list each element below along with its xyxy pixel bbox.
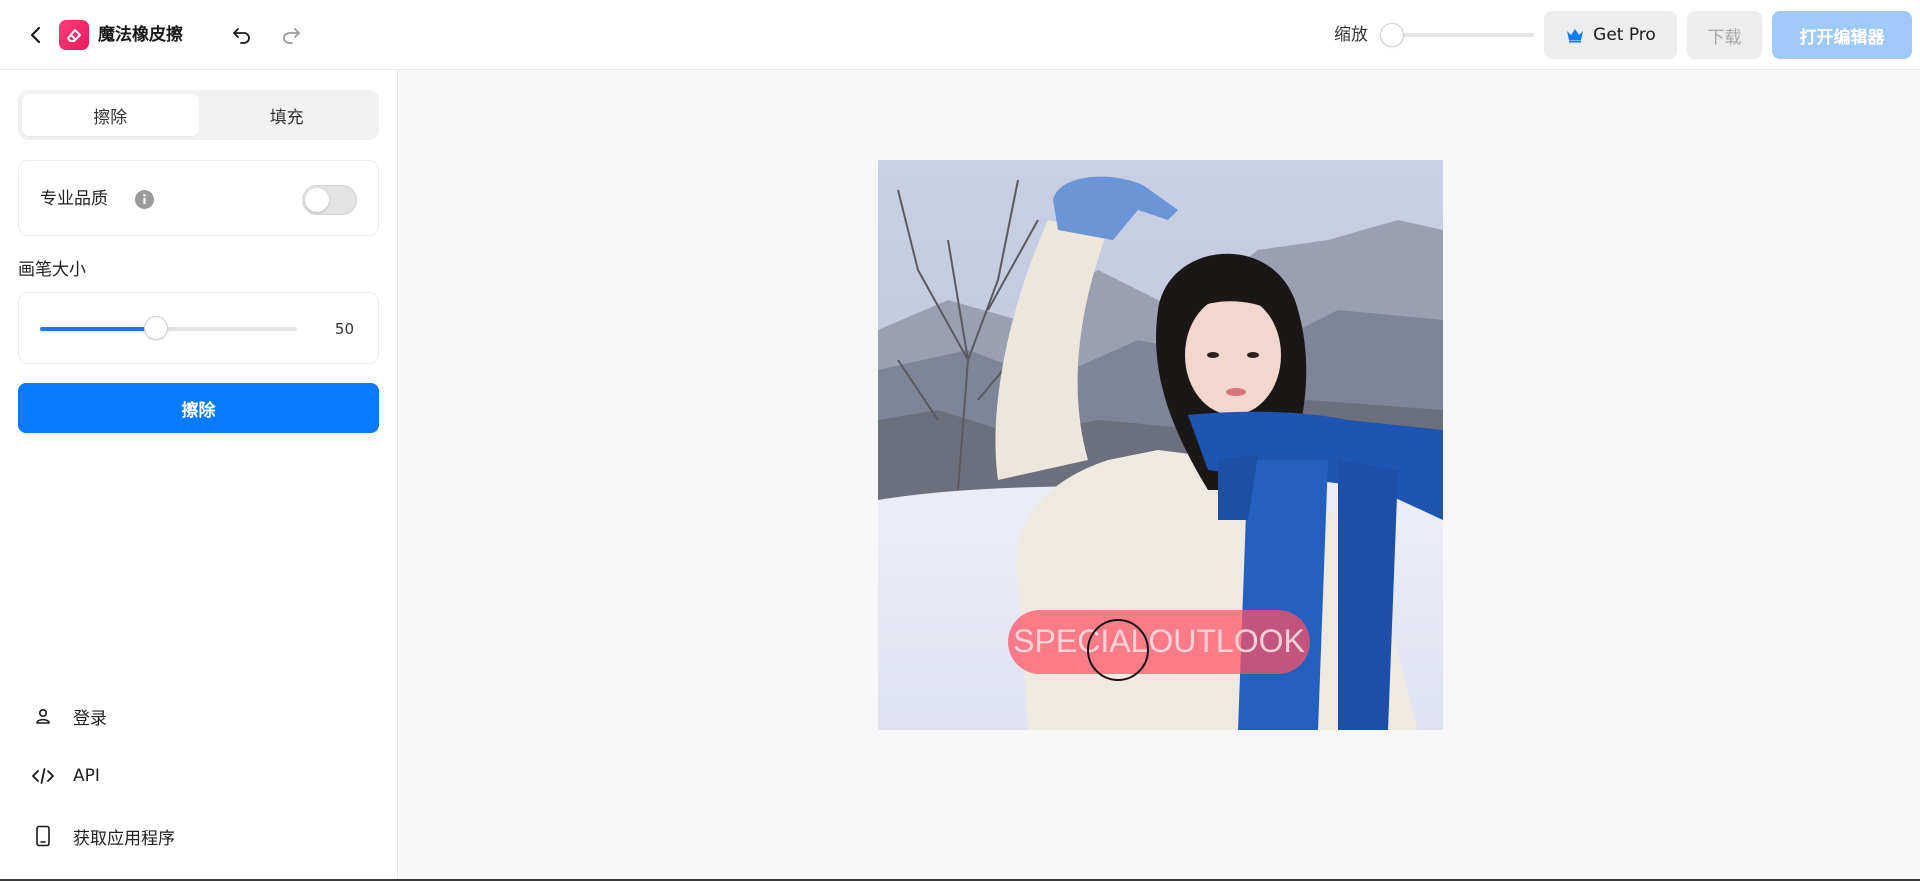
photo-canvas[interactable]: SPECIALOUTLOOK <box>878 160 1443 730</box>
pro-quality-card: 专业品质 <box>18 160 379 236</box>
download-button[interactable]: 下载 <box>1687 11 1762 59</box>
get-pro-button[interactable]: Get Pro <box>1544 11 1677 59</box>
undo-icon <box>233 28 250 44</box>
brush-size-value: 50 <box>334 320 354 338</box>
tab-erase[interactable]: 擦除 <box>22 94 199 136</box>
user-icon <box>30 703 56 729</box>
zoom-slider-thumb[interactable] <box>1380 23 1404 47</box>
eraser-icon <box>67 29 81 42</box>
open-editor-button[interactable]: 打开编辑器 <box>1772 11 1912 59</box>
tool-sidebar: 擦除 填充 专业品质 画笔大小 50 擦除 登录 API 获取应用程序 <box>0 70 398 881</box>
get-app-link[interactable]: 获取应用程序 <box>30 822 175 850</box>
tab-fill[interactable]: 填充 <box>199 94 376 136</box>
chevron-left-icon <box>30 26 41 44</box>
brush-size-card: 50 <box>18 292 379 364</box>
code-icon <box>30 763 56 789</box>
zoom-label: 缩放 <box>1334 25 1368 45</box>
toggle-knob <box>305 188 329 212</box>
photo-image: SPECIALOUTLOOK <box>878 160 1443 730</box>
brush-size-slider[interactable] <box>40 327 297 331</box>
api-link[interactable]: API <box>30 762 100 790</box>
brush-size-fill <box>40 327 156 331</box>
brush-size-label: 画笔大小 <box>18 260 86 280</box>
erase-button[interactable]: 擦除 <box>18 383 379 433</box>
api-label: API <box>73 766 100 786</box>
pro-quality-label: 专业品质 <box>40 189 108 209</box>
top-bar: 魔法橡皮擦 缩放 Get Pro 下载 打开编辑器 <box>0 0 1920 70</box>
editor-canvas[interactable]: SPECIALOUTLOOK <box>399 70 1920 881</box>
login-label: 登录 <box>73 708 107 729</box>
pro-quality-toggle[interactable] <box>302 185 357 215</box>
redo-icon <box>283 28 300 44</box>
app-logo <box>59 20 89 50</box>
redo-button[interactable] <box>277 21 305 49</box>
get-pro-label: Get Pro <box>1593 25 1656 45</box>
watermark-text: SPECIALOUTLOOK <box>1013 623 1305 659</box>
mode-tabs: 擦除 填充 <box>18 90 379 140</box>
get-app-label: 获取应用程序 <box>73 828 175 849</box>
phone-icon <box>30 823 56 849</box>
undo-button[interactable] <box>228 21 256 49</box>
back-button[interactable] <box>22 21 50 49</box>
crown-icon <box>1567 29 1584 43</box>
app-title: 魔法橡皮擦 <box>98 25 183 45</box>
brush-size-thumb[interactable] <box>143 316 168 340</box>
login-link[interactable]: 登录 <box>30 702 107 730</box>
info-icon[interactable] <box>135 190 154 209</box>
